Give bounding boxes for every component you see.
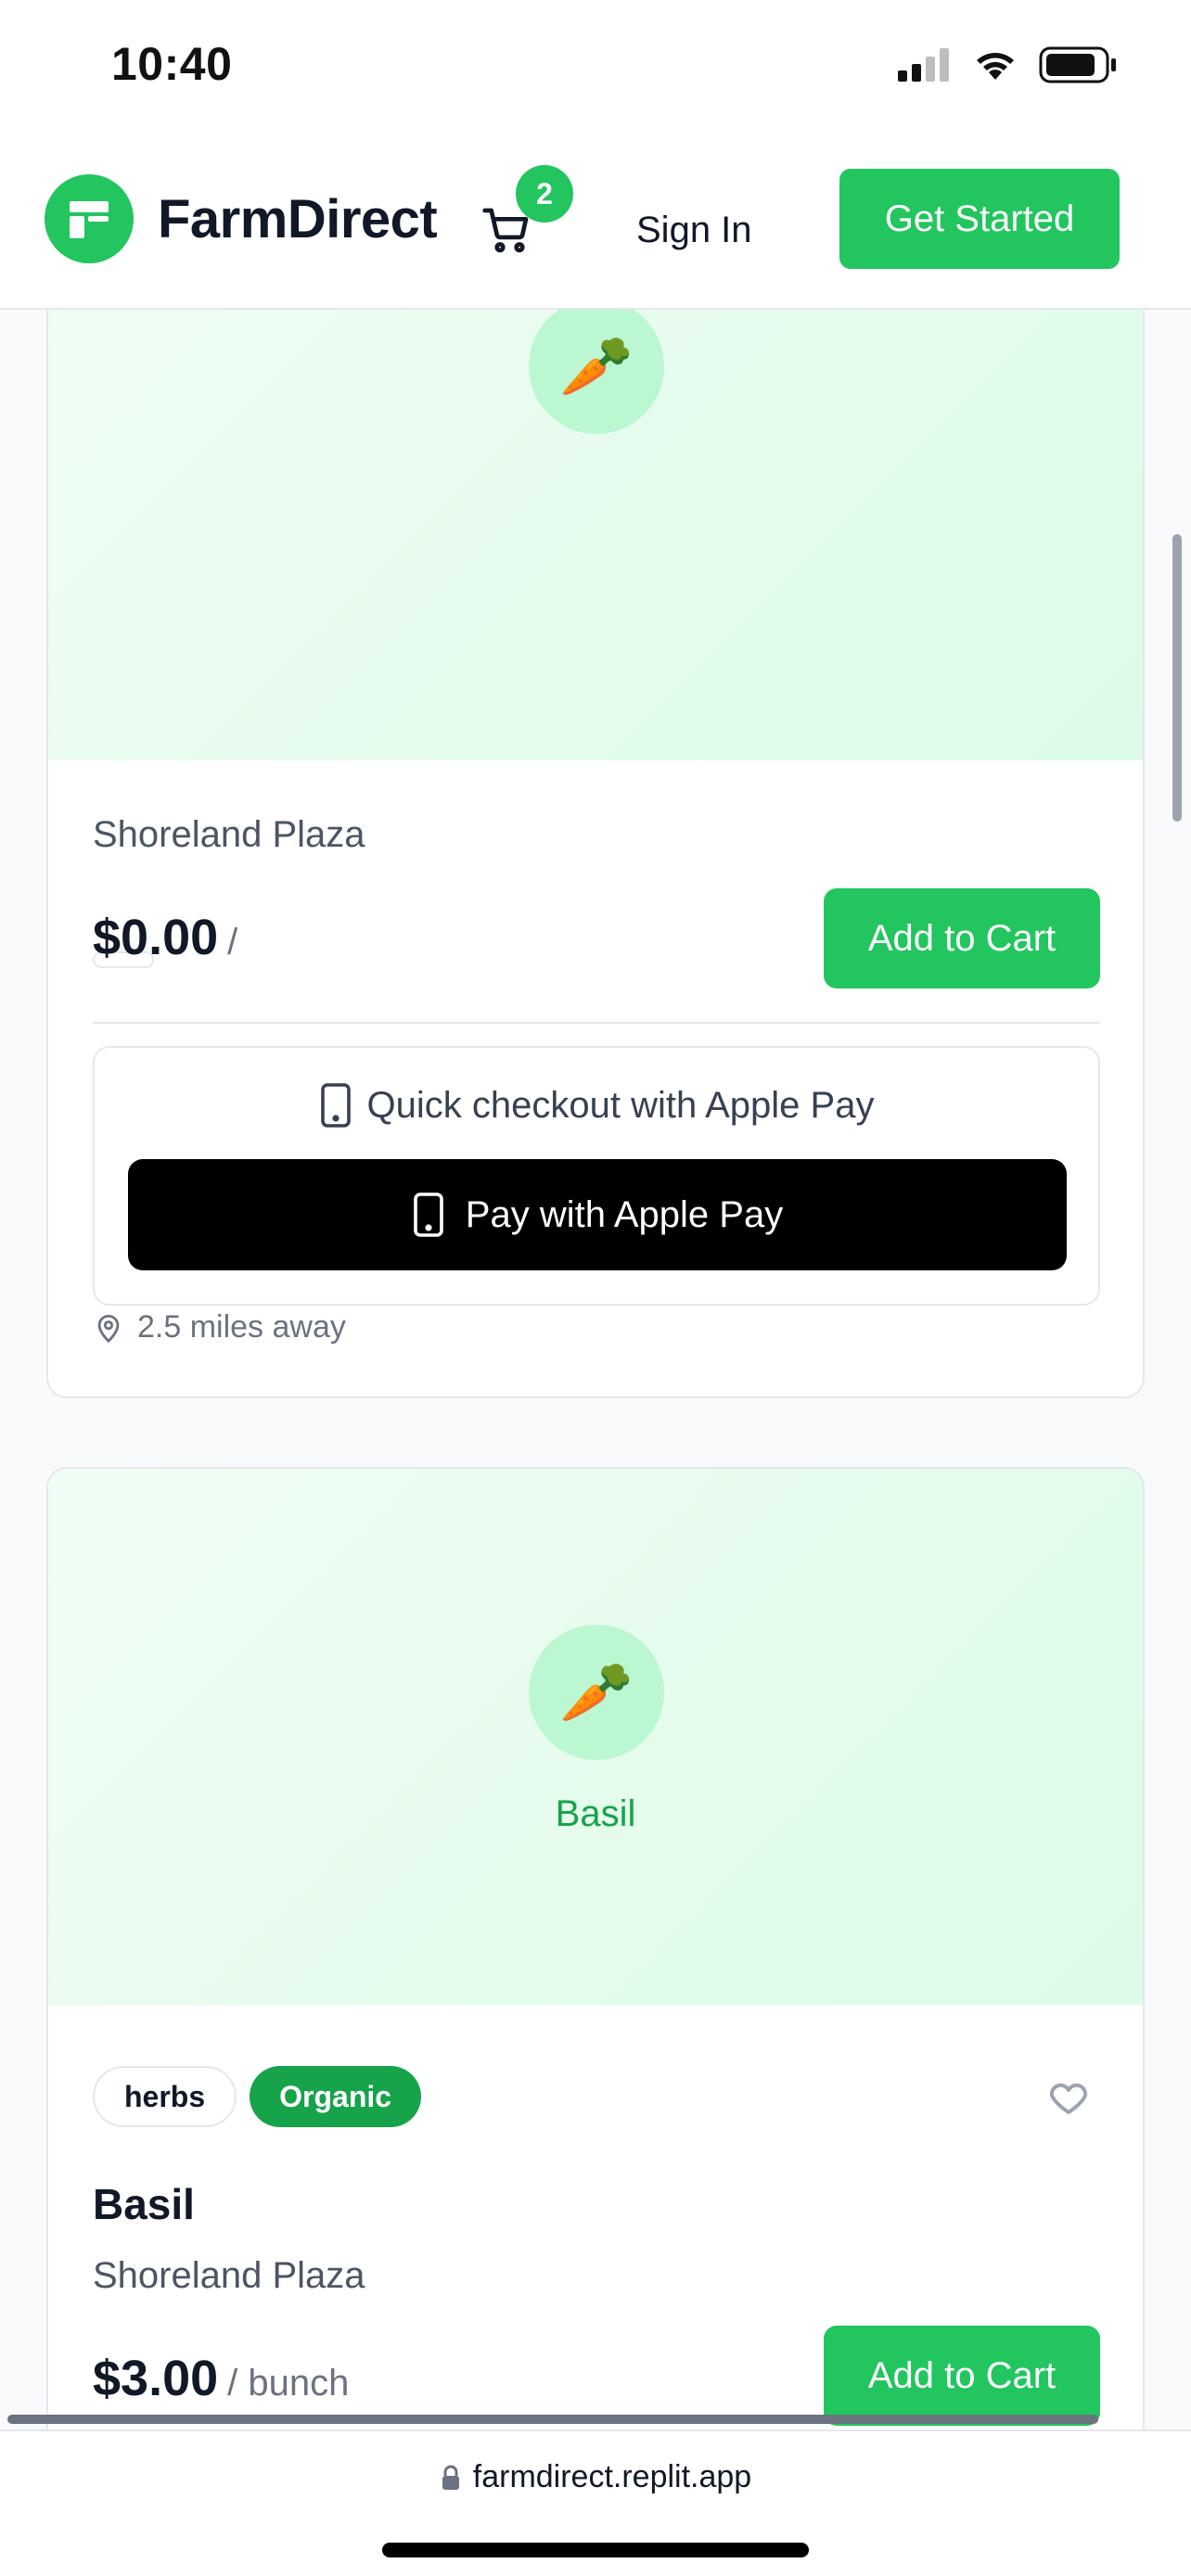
distance-text: 2.5 miles away (137, 1309, 346, 1345)
brand[interactable]: FarmDirect (45, 174, 438, 263)
price-row: $3.00 / bunch (93, 2350, 349, 2407)
tag-organic: Organic (250, 2066, 422, 2127)
page: 10:40 FarmDirect 2 Sign In Get Started 🥕… (0, 0, 1191, 2576)
add-to-cart-button[interactable]: Add to Cart (824, 2326, 1100, 2426)
apple-pay-button-label: Pay with Apple Pay (465, 1193, 784, 1235)
vendor-name: Shoreland Plaza (93, 814, 365, 855)
price: $0.00 (93, 910, 219, 965)
address-bar[interactable]: farmdirect.replit.app (0, 2459, 1191, 2495)
product-card[interactable]: 🥕 Shoreland Plaza $0.00 / Add to Cart Qu… (46, 223, 1145, 1398)
status-time: 10:40 (111, 38, 233, 90)
cart-count-badge: 2 (516, 165, 573, 223)
phone-icon (320, 1083, 351, 1128)
brand-name: FarmDirect (158, 188, 438, 249)
app-header: FarmDirect 2 Sign In Get Started (0, 139, 1191, 310)
cart-button[interactable]: 2 (475, 165, 573, 267)
product-emoji: 🥕 (559, 1658, 634, 1726)
home-indicator[interactable] (382, 2543, 809, 2557)
wifi-icon (977, 53, 1014, 80)
battery-icon (1039, 46, 1116, 83)
apple-pay-button[interactable]: Pay with Apple Pay (128, 1159, 1067, 1270)
price-unit: / (227, 922, 238, 963)
quick-checkout-label: Quick checkout with Apple Pay (95, 1083, 1098, 1128)
browser-bar: farmdirect.replit.app (0, 2429, 1191, 2576)
favorite-button[interactable] (1043, 2072, 1095, 2123)
tag-category: herbs (93, 2066, 237, 2127)
signal-icon (898, 48, 949, 82)
storefront-icon (45, 174, 134, 263)
price-unit: / bunch (227, 2363, 350, 2404)
lock-icon (442, 2465, 459, 2490)
product-image: 🥕 Basil (48, 1469, 1143, 2005)
product-card[interactable]: 🥕 Basil herbs Organic Basil Shoreland Pl… (46, 1467, 1145, 2576)
tag-row: herbs Organic (93, 2066, 422, 2127)
product-emoji: 🥕 (559, 332, 634, 400)
distance: 2.5 miles away (93, 1309, 346, 1345)
sign-in-button[interactable]: Sign In (636, 195, 752, 265)
apple-pay-section: Quick checkout with Apple Pay Pay with A… (93, 1046, 1100, 1306)
status-bar: 10:40 (0, 0, 1191, 139)
vendor-name: Shoreland Plaza (93, 2255, 365, 2296)
carrot-icon: 🥕 (529, 1625, 664, 1760)
get-started-button[interactable]: Get Started (839, 169, 1120, 269)
phone-icon (413, 1192, 443, 1237)
heart-icon (1049, 2083, 1088, 2114)
vertical-scrollbar[interactable] (1172, 534, 1182, 822)
price: $3.00 (93, 2351, 219, 2406)
horizontal-scrollbar[interactable] (7, 2415, 1098, 2424)
product-image-caption: Basil (555, 1793, 636, 1834)
map-pin-icon (97, 1314, 120, 1343)
add-to-cart-button[interactable]: Add to Cart (824, 888, 1100, 988)
status-icons (898, 46, 1117, 83)
product-name: Basil (93, 2180, 195, 2228)
quick-checkout-text: Quick checkout with Apple Pay (366, 1084, 875, 1126)
divider (93, 1022, 1100, 1024)
price-row: $0.00 / (93, 909, 237, 966)
url-text: farmdirect.replit.app (472, 2459, 752, 2494)
carrot-icon: 🥕 (529, 299, 664, 434)
